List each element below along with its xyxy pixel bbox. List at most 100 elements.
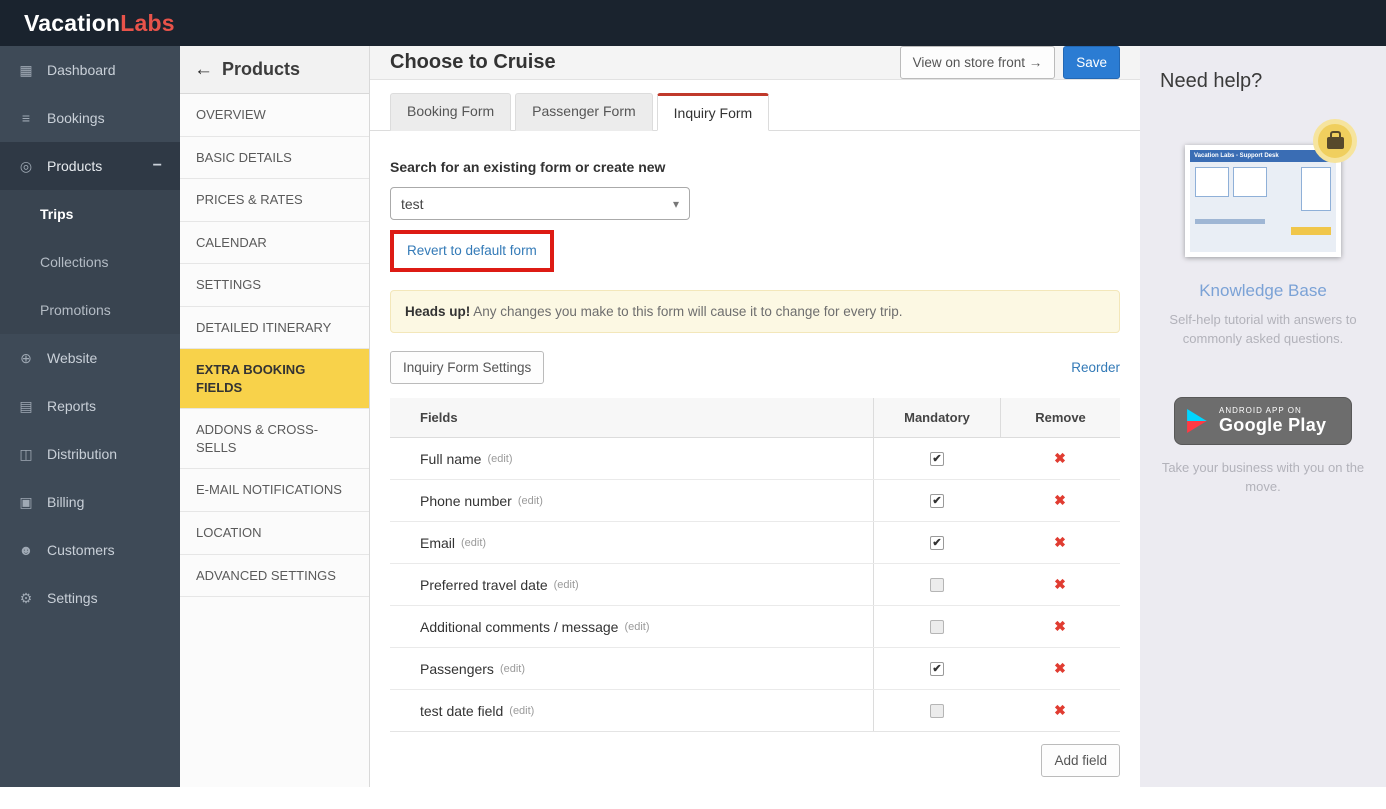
- table-row: Email (edit) ✖: [390, 522, 1120, 564]
- sidebar-item-label: Distribution: [47, 446, 118, 462]
- sidebar-item-label: Promotions: [40, 302, 111, 318]
- billing-icon: ▣: [19, 493, 33, 510]
- sidebar-item-label: Customers: [47, 542, 115, 558]
- bookings-icon: ≡: [21, 110, 31, 126]
- reports-icon: ▤: [19, 397, 33, 414]
- brand-part2: Labs: [120, 9, 175, 36]
- product-nav-item-settings[interactable]: SETTINGS: [180, 264, 369, 307]
- sidebar-item-trips[interactable]: Trips: [0, 190, 180, 238]
- edit-link[interactable]: (edit): [461, 537, 486, 549]
- tab-passenger-form[interactable]: Passenger Form: [515, 93, 653, 131]
- product-nav-item-overview[interactable]: OVERVIEW: [180, 94, 369, 137]
- product-nav-item-extra-booking-fields[interactable]: EXTRA BOOKING FIELDS: [180, 349, 369, 410]
- table-row: Additional comments / message (edit) ✖: [390, 606, 1120, 648]
- remove-icon[interactable]: ✖: [1054, 576, 1066, 593]
- edit-link[interactable]: (edit): [509, 705, 534, 717]
- mandatory-checkbox[interactable]: [930, 451, 944, 466]
- google-play-large-text: Google Play: [1219, 414, 1327, 435]
- mandatory-checkbox[interactable]: [930, 535, 944, 550]
- sidebar-item-label: Settings: [47, 590, 98, 606]
- save-button[interactable]: Save: [1063, 46, 1120, 79]
- field-name: test date field: [420, 702, 504, 719]
- table-row: Phone number (edit) ✖: [390, 480, 1120, 522]
- edit-link[interactable]: (edit): [518, 495, 543, 507]
- sidebar-item-website[interactable]: ⊕ Website: [0, 334, 180, 382]
- edit-link[interactable]: (edit): [554, 579, 579, 591]
- sidebar-item-customers[interactable]: ☻ Customers: [0, 526, 180, 574]
- form-search-label: Search for an existing form or create ne…: [390, 159, 666, 175]
- sidebar-item-products[interactable]: ◎ Products −: [0, 142, 180, 190]
- mandatory-checkbox[interactable]: [930, 703, 944, 718]
- edit-link[interactable]: (edit): [487, 453, 512, 465]
- sidebar-item-collections[interactable]: Collections: [0, 238, 180, 286]
- add-field-button[interactable]: Add field: [1041, 744, 1120, 777]
- sidebar-item-reports[interactable]: ▤ Reports: [0, 382, 180, 430]
- main-content: Choose to Cruise View on store front → S…: [370, 46, 1140, 787]
- knowledge-base-description: Self-help tutorial with answers to commo…: [1169, 312, 1357, 346]
- sidebar-item-bookings[interactable]: ≡ Bookings: [0, 94, 180, 142]
- google-play-small-text: ANDROID APP ON: [1219, 405, 1302, 415]
- sidebar-item-settings[interactable]: ⚙ Settings: [0, 574, 180, 622]
- tab-inquiry-form[interactable]: Inquiry Form: [656, 93, 770, 131]
- sidebar-item-label: Collections: [40, 254, 109, 270]
- remove-icon[interactable]: ✖: [1054, 702, 1066, 719]
- products-icon: ◎: [19, 157, 33, 174]
- tab-booking-form[interactable]: Booking Form: [390, 93, 512, 131]
- field-name: Phone number: [420, 492, 512, 509]
- product-nav-item-basic-details[interactable]: BASIC DETAILS: [180, 137, 369, 180]
- mandatory-checkbox[interactable]: [930, 619, 944, 634]
- sidebar-item-label: Bookings: [47, 110, 105, 126]
- product-nav-item-location[interactable]: LOCATION: [180, 512, 369, 555]
- product-nav-item-prices-rates[interactable]: PRICES & RATES: [180, 179, 369, 222]
- col-header-remove: Remove: [1000, 398, 1120, 437]
- knowledge-base-thumbnail[interactable]: Vacation Labs - Support Desk: [1185, 119, 1357, 257]
- remove-icon[interactable]: ✖: [1054, 618, 1066, 635]
- edit-link[interactable]: (edit): [624, 621, 649, 633]
- help-panel: Need help? Vacation Labs - Support Desk …: [1140, 46, 1386, 787]
- remove-icon[interactable]: ✖: [1054, 492, 1066, 509]
- sidebar-item-dashboard[interactable]: ▦ Dashboard: [0, 46, 180, 94]
- collapse-minus-icon[interactable]: −: [153, 157, 162, 175]
- sidebar-item-billing[interactable]: ▣ Billing: [0, 478, 180, 526]
- sidebar-item-label: Website: [47, 350, 98, 366]
- product-nav-item-calendar[interactable]: CALENDAR: [180, 222, 369, 265]
- mandatory-checkbox[interactable]: [930, 493, 944, 508]
- field-name: Passengers: [420, 660, 494, 677]
- mandatory-checkbox[interactable]: [930, 577, 944, 592]
- field-name: Email: [420, 534, 456, 551]
- field-name: Preferred travel date: [420, 576, 548, 593]
- products-back-header[interactable]: ← Products: [180, 46, 369, 94]
- revert-to-default-link[interactable]: Revert to default form: [407, 243, 537, 258]
- sidebar-item-promotions[interactable]: Promotions: [0, 286, 180, 334]
- knowledge-base-link[interactable]: Knowledge Base: [1160, 281, 1366, 301]
- product-nav-item-advanced-settings[interactable]: ADVANCED SETTINGS: [180, 555, 369, 598]
- back-arrow-icon: ←: [194, 58, 213, 80]
- form-select[interactable]: test ▾: [390, 187, 690, 220]
- remove-icon[interactable]: ✖: [1054, 660, 1066, 677]
- topbar: VacationLabs: [0, 0, 1386, 46]
- table-row: test date field (edit) ✖: [390, 690, 1120, 731]
- edit-link[interactable]: (edit): [500, 663, 525, 675]
- mandatory-checkbox[interactable]: [930, 661, 944, 676]
- product-nav-item-detailed-itinerary[interactable]: DETAILED ITINERARY: [180, 307, 369, 350]
- table-row: Preferred travel date (edit) ✖: [390, 564, 1120, 606]
- google-play-icon: [1187, 408, 1207, 433]
- sidebar-item-distribution[interactable]: ◫ Distribution: [0, 430, 180, 478]
- product-nav-item-addons-cross-sells[interactable]: ADDONS & CROSS-SELLS: [180, 409, 369, 470]
- inquiry-form-settings-button[interactable]: Inquiry Form Settings: [390, 351, 545, 384]
- warning-bold: Heads up!: [405, 304, 471, 319]
- sidebar: ▦ Dashboard ≡ Bookings ◎ Products − Trip…: [0, 46, 180, 787]
- settings-icon: ⚙: [19, 589, 33, 606]
- inquiry-form-content: Search for an existing form or create ne…: [370, 131, 1140, 809]
- product-nav-item-email-notifications[interactable]: E-MAIL NOTIFICATIONS: [180, 469, 369, 513]
- table-toolbar: Inquiry Form Settings Reorder: [390, 351, 1120, 384]
- google-play-badge[interactable]: ANDROID APP ON Google Play: [1174, 396, 1352, 445]
- support-desk-preview-body: [1190, 162, 1336, 216]
- view-on-store-front-button[interactable]: View on store front →: [899, 46, 1056, 79]
- remove-icon[interactable]: ✖: [1054, 450, 1066, 467]
- reorder-link[interactable]: Reorder: [1071, 360, 1120, 375]
- add-field-row: Add field: [390, 732, 1120, 789]
- remove-icon[interactable]: ✖: [1054, 534, 1066, 551]
- product-nav: ← Products OVERVIEW BASIC DETAILS PRICES…: [180, 46, 370, 787]
- fields-table: Fields Mandatory Remove Full name (edit)…: [390, 398, 1120, 732]
